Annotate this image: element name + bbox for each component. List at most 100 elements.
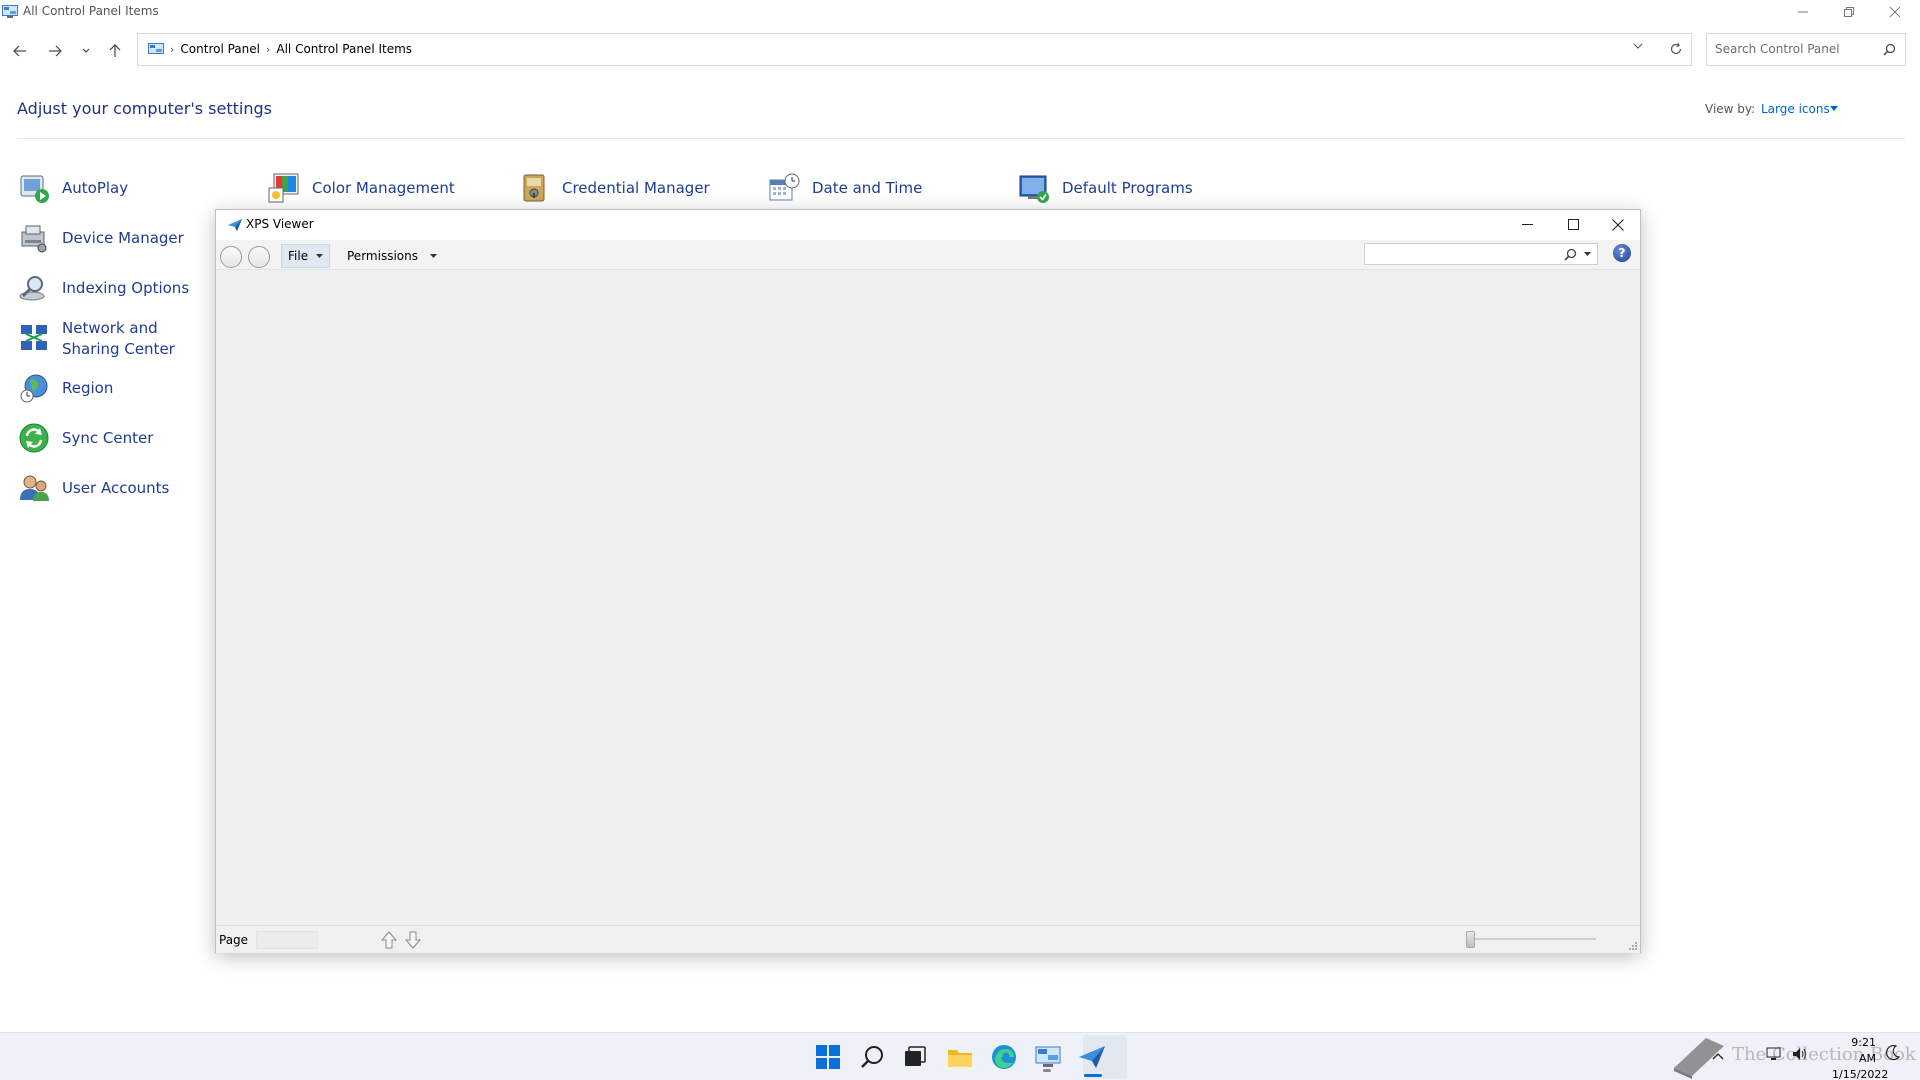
clock-time: 9:21 AM xyxy=(1851,1036,1876,1065)
cp-item-credential-manager[interactable]: Credential Manager xyxy=(518,172,710,204)
next-page-icon[interactable] xyxy=(405,931,421,949)
xps-search-input[interactable] xyxy=(1369,247,1549,261)
close-icon xyxy=(1890,6,1900,17)
show-hidden-icons-icon[interactable] xyxy=(1712,1052,1724,1060)
task-view-button[interactable] xyxy=(901,1043,929,1071)
control-panel-running-indicator xyxy=(1043,1069,1051,1072)
cp-item-label: Sync Center xyxy=(62,428,154,447)
breadcrumb-control-panel[interactable]: Control Panel xyxy=(180,42,260,56)
forward-button[interactable] xyxy=(44,40,66,62)
cp-item-region[interactable]: Region xyxy=(18,372,113,404)
document-area[interactable] xyxy=(216,271,1640,925)
restore-icon xyxy=(1844,6,1854,17)
permissions-menu-label: Permissions xyxy=(347,249,418,263)
cp-item-date-and-time[interactable]: Date and Time xyxy=(768,172,922,204)
network-sharing-icon xyxy=(21,325,47,350)
cp-item-label: Region xyxy=(62,378,114,397)
refresh-icon[interactable] xyxy=(1669,42,1683,56)
cp-item-network-sharing[interactable]: Network and Sharing Center xyxy=(18,318,214,360)
cp-item-autoplay[interactable]: AutoPlay xyxy=(18,172,128,204)
search-options-dropdown-icon[interactable] xyxy=(1584,252,1591,256)
back-button[interactable] xyxy=(9,40,31,62)
chevron-down-icon xyxy=(429,254,437,258)
view-by-dropdown[interactable]: Large icons xyxy=(1761,102,1830,116)
minimize-button[interactable] xyxy=(1780,0,1826,23)
cp-item-label: AutoPlay xyxy=(62,178,129,197)
heading-divider xyxy=(17,138,1905,139)
back-arrow-icon xyxy=(13,45,26,57)
xps-viewer-taskbar-button[interactable] xyxy=(1078,1043,1106,1071)
xps-viewer-window: XPS Viewer File Permissions ? Page xyxy=(215,209,1641,953)
notification-moon-icon[interactable] xyxy=(1886,1045,1900,1061)
help-icon[interactable]: ? xyxy=(1613,244,1631,262)
search-icon[interactable] xyxy=(1564,248,1577,261)
zoom-slider-thumb[interactable] xyxy=(1466,931,1475,948)
view-by-label: View by: xyxy=(1705,102,1756,116)
address-bar[interactable]: › Control Panel › All Control Panel Item… xyxy=(137,33,1692,66)
cp-item-label: Credential Manager xyxy=(562,178,710,197)
search-icon[interactable] xyxy=(1883,43,1896,56)
file-explorer-icon xyxy=(948,1050,972,1067)
up-button[interactable] xyxy=(104,40,126,62)
region-icon xyxy=(20,374,48,403)
cp-item-sync-center[interactable]: Sync Center xyxy=(18,422,153,454)
restore-button[interactable] xyxy=(1826,0,1872,23)
page-number-field[interactable] xyxy=(256,931,318,949)
xps-viewer-active-indicator xyxy=(1084,1074,1102,1077)
xps-back-button[interactable] xyxy=(220,246,242,268)
xps-search-box[interactable] xyxy=(1364,243,1598,265)
volume-icon[interactable] xyxy=(1792,1047,1808,1061)
system-clock[interactable]: 9:21 AM 1/15/2022 xyxy=(1832,1035,1889,1080)
cp-item-default-programs[interactable]: Default Programs xyxy=(1018,172,1193,204)
cp-item-label: Date and Time xyxy=(812,178,923,197)
recent-locations-button[interactable] xyxy=(75,40,97,62)
control-panel-taskbar-button[interactable] xyxy=(1034,1043,1062,1071)
page-title: Adjust your computer's settings xyxy=(17,99,272,118)
cp-item-label: User Accounts xyxy=(62,478,170,497)
zoom-slider-track[interactable] xyxy=(1466,938,1596,940)
cp-item-label: Indexing Options xyxy=(62,278,190,297)
maximize-icon xyxy=(1567,219,1579,230)
task-view-icon xyxy=(905,1046,926,1066)
permissions-menu[interactable]: Permissions xyxy=(341,244,443,268)
taskbar-search-button[interactable] xyxy=(858,1043,886,1071)
xps-close-button[interactable] xyxy=(1595,213,1641,236)
xps-viewer-window-title: XPS Viewer xyxy=(246,217,314,231)
resize-grip-icon[interactable] xyxy=(1629,942,1637,950)
close-button[interactable] xyxy=(1872,0,1918,23)
cp-item-color-management[interactable]: Color Management xyxy=(268,172,455,204)
clock-date: 1/15/2022 xyxy=(1832,1068,1889,1080)
address-history-dropdown-icon[interactable] xyxy=(1633,43,1643,49)
chevron-down-icon xyxy=(316,254,324,258)
search-icon xyxy=(861,1046,883,1068)
view-by-caret-icon[interactable] xyxy=(1830,106,1838,111)
file-menu[interactable]: File xyxy=(281,244,331,268)
file-explorer-button[interactable] xyxy=(946,1043,974,1071)
edge-button[interactable] xyxy=(990,1043,1018,1071)
breadcrumb-separator-icon[interactable]: › xyxy=(266,43,270,56)
cp-item-label: Default Programs xyxy=(1062,178,1193,197)
minimize-icon xyxy=(1521,224,1533,225)
xps-viewer-titlebar: XPS Viewer xyxy=(216,210,1640,240)
network-icon[interactable] xyxy=(1766,1047,1782,1061)
xps-forward-button[interactable] xyxy=(248,246,270,268)
cp-item-label: Network and Sharing Center xyxy=(62,319,175,358)
close-icon xyxy=(1612,218,1624,231)
up-arrow-icon xyxy=(109,44,121,57)
cp-item-user-accounts[interactable]: User Accounts xyxy=(18,472,169,504)
xps-viewer-icon xyxy=(1079,1046,1105,1068)
start-button[interactable] xyxy=(814,1043,842,1071)
xps-maximize-button[interactable] xyxy=(1550,213,1596,236)
file-menu-label: File xyxy=(288,249,309,263)
cp-item-label: Device Manager xyxy=(62,228,184,247)
previous-page-icon[interactable] xyxy=(381,931,397,949)
breadcrumb-separator-icon[interactable]: › xyxy=(170,43,174,56)
search-input[interactable] xyxy=(1715,42,1875,56)
indexing-options-icon xyxy=(19,276,45,301)
device-manager-icon xyxy=(21,225,47,253)
xps-minimize-button[interactable] xyxy=(1504,213,1550,236)
breadcrumb-all-items[interactable]: All Control Panel Items xyxy=(276,42,412,56)
control-panel-search-box[interactable] xyxy=(1706,33,1906,66)
cp-item-indexing-options[interactable]: Indexing Options xyxy=(18,272,189,304)
cp-item-device-manager[interactable]: Device Manager xyxy=(18,222,184,254)
